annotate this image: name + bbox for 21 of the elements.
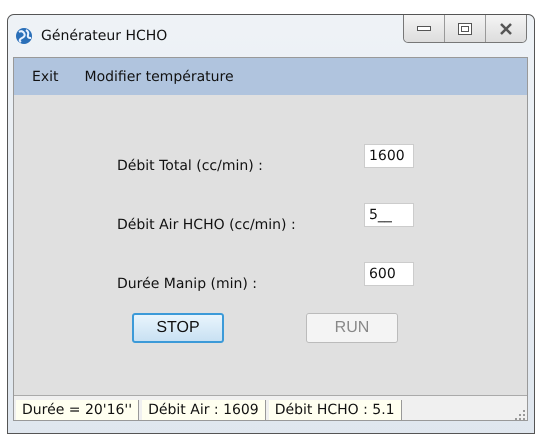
minimize-button[interactable] <box>404 15 444 42</box>
resize-grip-icon[interactable] <box>515 410 525 420</box>
status-panel: Durée = 20'16'' <box>16 400 140 420</box>
input-field[interactable]: 5__ <box>364 202 414 226</box>
globe-icon <box>15 27 33 45</box>
input-field[interactable]: 600 <box>364 262 414 286</box>
field-label: Débit Air HCHO (cc/min) : <box>117 216 297 232</box>
menu-item[interactable]: Exit <box>32 68 59 84</box>
menu-item[interactable]: Modifier température <box>84 68 234 84</box>
close-icon <box>499 22 513 34</box>
field-label: Débit Total (cc/min) : <box>117 156 264 174</box>
action-button[interactable]: STOP <box>132 313 224 343</box>
close-button[interactable] <box>485 15 526 42</box>
maximize-icon <box>458 22 472 34</box>
window-title: Générateur HCHO <box>41 28 168 44</box>
minimize-icon <box>417 26 431 32</box>
status-panel: Débit HCHO : 5.1 <box>268 400 402 420</box>
maximize-button[interactable] <box>444 15 485 42</box>
input-field[interactable]: 1600 <box>364 144 414 168</box>
status-panel: Débit Air : 1609 <box>142 400 266 420</box>
field-label: Durée Manip (min) : <box>117 274 258 292</box>
